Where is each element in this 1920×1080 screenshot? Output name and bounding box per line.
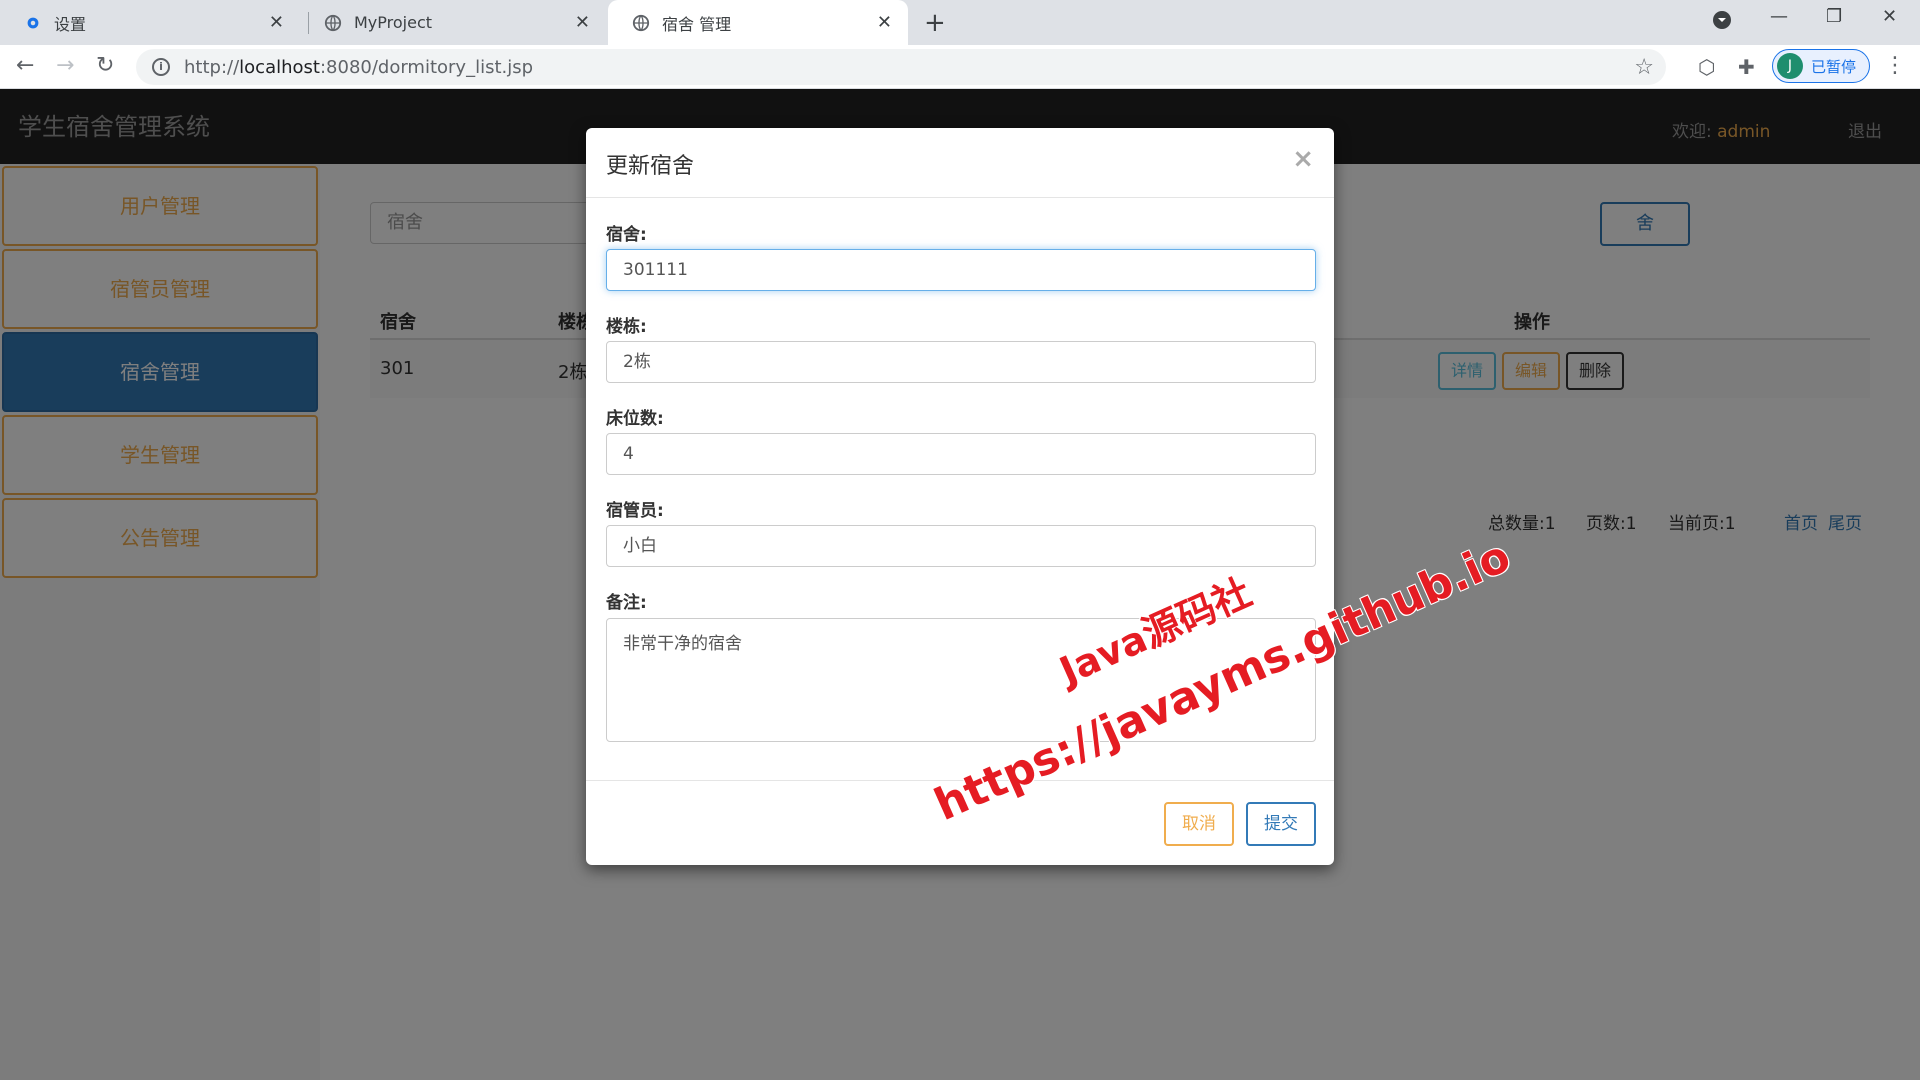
tab-title: MyProject xyxy=(354,13,433,32)
close-icon[interactable]: ✕ xyxy=(877,12,892,33)
url-host: localhost xyxy=(239,56,320,78)
tab-settings[interactable]: 设置 ✕ xyxy=(0,0,300,45)
tab-title: 设置 xyxy=(54,14,87,34)
tab-myproject[interactable]: MyProject ✕ xyxy=(300,0,606,45)
tab-dormitory[interactable]: 宿舍 管理 ✕ xyxy=(608,0,908,45)
extension-icon[interactable]: ⬡ xyxy=(1698,55,1715,79)
minimize-icon[interactable]: — xyxy=(1770,6,1788,27)
new-tab-button[interactable]: + xyxy=(924,8,946,38)
back-arrow-icon[interactable]: ← xyxy=(16,53,34,78)
profile-status: 已暂停 xyxy=(1811,57,1857,76)
building-field[interactable]: 2栋 xyxy=(606,341,1316,383)
dorm-label: 宿舍: xyxy=(606,225,647,245)
close-icon[interactable]: ✕ xyxy=(575,12,590,33)
globe-icon xyxy=(324,14,342,31)
avatar: J xyxy=(1777,53,1803,79)
beds-field[interactable]: 4 xyxy=(606,433,1316,475)
modal-title: 更新宿舍 xyxy=(606,154,695,179)
browser-toolbar: ← → ↻ i http://localhost:8080/dormitory_… xyxy=(0,45,1920,89)
address-bar[interactable]: i http://localhost:8080/dormitory_list.j… xyxy=(136,49,1666,85)
beds-label: 床位数: xyxy=(606,409,664,429)
reload-icon[interactable]: ↻ xyxy=(96,53,114,78)
url-scheme: http:// xyxy=(184,56,240,78)
forward-arrow-icon[interactable]: → xyxy=(56,53,74,78)
restore-icon[interactable]: ❐ xyxy=(1826,6,1842,27)
manager-label: 宿管员: xyxy=(606,501,664,521)
cancel-button[interactable]: 取消 xyxy=(1164,802,1234,846)
browser-tabbar: 设置 ✕ MyProject ✕ 宿舍 管理 ✕ + — ❐ ✕ xyxy=(0,0,1920,45)
submit-button[interactable]: 提交 xyxy=(1246,802,1316,846)
window-close-icon[interactable]: ✕ xyxy=(1882,6,1897,27)
tab-title: 宿舍 管理 xyxy=(662,14,732,34)
tab-search-icon[interactable] xyxy=(1712,10,1732,35)
close-icon[interactable]: ✕ xyxy=(269,12,284,33)
remark-label: 备注: xyxy=(606,593,647,613)
gear-icon xyxy=(27,17,39,28)
more-menu-icon[interactable]: ⋮ xyxy=(1884,53,1906,78)
url-path: :8080/dormitory_list.jsp xyxy=(319,56,534,78)
modal-header: 更新宿舍 × xyxy=(586,128,1334,198)
info-icon[interactable]: i xyxy=(152,58,170,76)
dorm-field[interactable]: 301111 xyxy=(606,249,1316,291)
profile-button[interactable]: J 已暂停 xyxy=(1772,49,1870,83)
globe-icon xyxy=(632,14,650,31)
bookmark-star-icon[interactable]: ☆ xyxy=(1634,55,1654,80)
puzzle-icon[interactable]: ✚ xyxy=(1738,55,1755,79)
building-label: 楼栋: xyxy=(606,317,647,337)
close-icon[interactable]: × xyxy=(1292,144,1314,174)
update-dorm-modal: 更新宿舍 × 宿舍: 301111 楼栋: 2栋 床位数: 4 宿管员: 小白 … xyxy=(586,128,1334,865)
manager-field[interactable]: 小白 xyxy=(606,525,1316,567)
